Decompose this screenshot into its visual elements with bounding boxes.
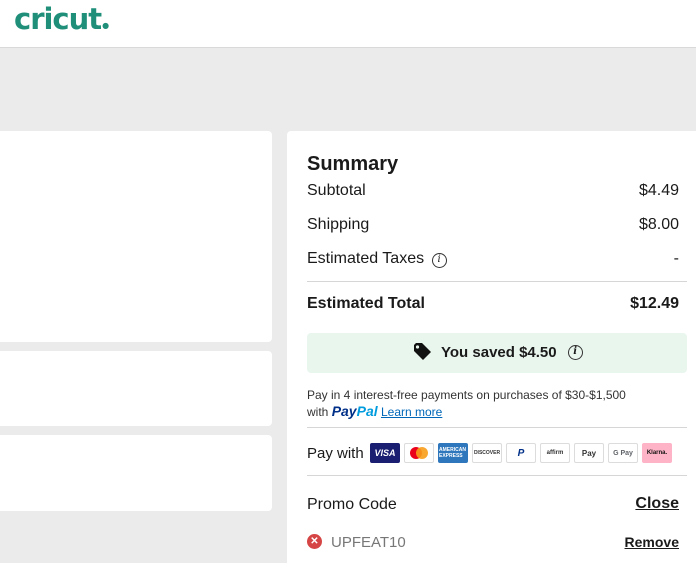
paypal-with-text: with — [307, 405, 329, 419]
content-card-3 — [0, 435, 272, 511]
savings-text: You saved $4.50 — [441, 343, 557, 361]
order-summary-panel: Summary Subtotal $4.49 Shipping $8.00 Es… — [287, 131, 696, 563]
remove-promo-link[interactable]: Remove — [625, 534, 679, 550]
estimated-taxes-value: - — [673, 250, 679, 267]
estimated-total-value: $12.49 — [630, 295, 679, 312]
discover-icon: DISCOVER — [472, 443, 502, 463]
site-header: cricut● — [0, 0, 696, 48]
savings-info-icon[interactable]: i — [567, 344, 583, 360]
paypal-pay-in-4-message: Pay in 4 interest-free payments on purch… — [307, 387, 626, 420]
visa-icon: VISA — [370, 443, 400, 463]
summary-title: Summary — [307, 153, 399, 175]
paypal-icon: P — [506, 443, 536, 463]
promo-code-label: Promo Code — [307, 496, 397, 513]
savings-banner: You saved $4.50 i — [307, 333, 687, 373]
paypal-message-line: Pay in 4 interest-free payments on purch… — [307, 388, 626, 402]
estimated-total-label: Estimated Total — [307, 295, 425, 312]
mastercard-icon — [404, 443, 434, 463]
applied-promo-code: UPFEAT10 — [331, 534, 406, 551]
paypal-logo: PayPal — [331, 403, 378, 419]
logo-text: cricut — [14, 2, 102, 36]
divider — [307, 475, 687, 476]
error-x-icon: ✕ — [307, 534, 322, 549]
amex-icon: AMERICAN EXPRESS — [438, 443, 468, 463]
subtotal-value: $4.49 — [638, 182, 679, 199]
info-icon[interactable]: i — [431, 253, 447, 268]
shipping-label: Shipping — [307, 216, 370, 233]
klarna-icon: Klarna. — [642, 443, 672, 463]
payment-methods-list: VISA AMERICAN EXPRESS DISCOVER P affirm … — [370, 443, 672, 463]
pay-with-label: Pay with — [307, 445, 364, 462]
content-card-1 — [0, 131, 272, 342]
subtotal-label: Subtotal — [307, 182, 366, 199]
content-card-2 — [0, 351, 272, 426]
divider — [307, 427, 687, 428]
close-promo-link[interactable]: Close — [635, 495, 679, 513]
trademark-mark: ● — [102, 21, 109, 30]
cricut-logo[interactable]: cricut● — [14, 2, 109, 36]
divider — [307, 281, 687, 282]
learn-more-link[interactable]: Learn more — [381, 405, 442, 419]
affirm-icon: affirm — [540, 443, 570, 463]
shipping-value: $8.00 — [638, 216, 679, 233]
apple-pay-icon: Pay — [574, 443, 604, 463]
google-pay-icon: G Pay — [608, 443, 638, 463]
estimated-taxes-row: Estimated Taxes i — [307, 250, 447, 268]
price-tag-icon — [413, 343, 433, 361]
estimated-taxes-label: Estimated Taxes — [307, 250, 425, 267]
